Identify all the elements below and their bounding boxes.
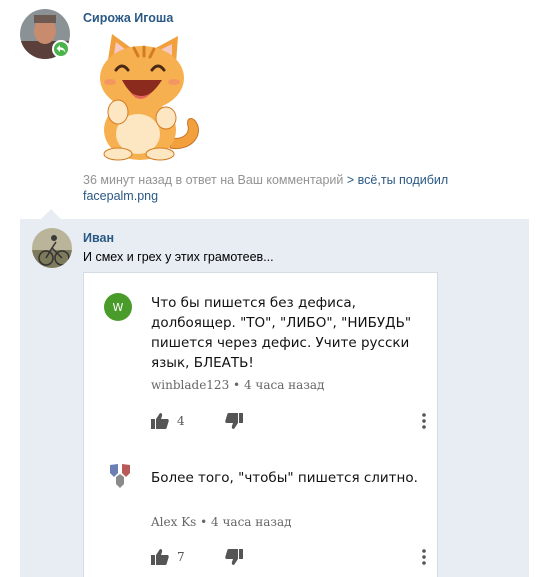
comment-actions: 4 bbox=[151, 413, 426, 433]
commenter-avatar: W bbox=[104, 293, 132, 321]
comment-text: Более того, "чтобы" пишется слитно. bbox=[151, 470, 418, 486]
like-count: 4 bbox=[177, 414, 185, 428]
comment-actions: 7 bbox=[151, 549, 426, 569]
reply-badge-icon bbox=[52, 40, 70, 58]
notification-meta: 36 минут назад в ответ на Ваш комментари… bbox=[83, 172, 503, 204]
comment-meta: Alex Ks • 4 часа назад bbox=[151, 515, 292, 529]
avatar[interactable] bbox=[32, 228, 72, 268]
reply-text: И смех и грех у этих грамотеев... bbox=[83, 250, 274, 264]
like-button: 7 bbox=[151, 549, 185, 565]
comment-time: 4 часа назад bbox=[211, 515, 292, 529]
author-name[interactable]: Сирожа Игоша bbox=[83, 11, 173, 25]
timestamp: 36 минут назад в ответ на Ваш комментари… bbox=[83, 173, 344, 187]
comment-author: winblade123 bbox=[151, 378, 230, 392]
dislike-button bbox=[225, 413, 243, 432]
comment-meta: winblade123 • 4 часа назад bbox=[151, 378, 324, 392]
separator: • bbox=[233, 378, 241, 392]
thumb-down-icon bbox=[225, 549, 243, 565]
more-vertical-icon bbox=[422, 549, 426, 568]
cat-sticker bbox=[82, 30, 208, 162]
file-link[interactable]: facepalm.png bbox=[83, 189, 158, 203]
thumb-down-icon bbox=[225, 413, 243, 429]
attached-image[interactable]: W Что бы пишется без дефиса, долбоящер. … bbox=[83, 272, 438, 577]
separator: • bbox=[200, 515, 208, 529]
comment-author: Alex Ks bbox=[151, 515, 197, 529]
commenter-avatar bbox=[106, 461, 134, 489]
author-name[interactable]: Иван bbox=[83, 231, 114, 245]
comment-time: 4 часа назад bbox=[243, 378, 325, 392]
dislike-button bbox=[225, 549, 243, 568]
like-button: 4 bbox=[151, 413, 185, 429]
comment-link[interactable]: > всё,ты подибил bbox=[347, 173, 448, 187]
more-vertical-icon bbox=[422, 413, 426, 432]
notification-item: Сирожа Игоша 36 минут назад в ответ на В… bbox=[0, 0, 549, 214]
comment-text: Что бы пишется без дефиса, долбоящер. "Т… bbox=[151, 295, 412, 371]
like-count: 7 bbox=[177, 550, 185, 564]
thumb-up-icon bbox=[151, 549, 169, 565]
thumb-up-icon bbox=[151, 413, 169, 429]
